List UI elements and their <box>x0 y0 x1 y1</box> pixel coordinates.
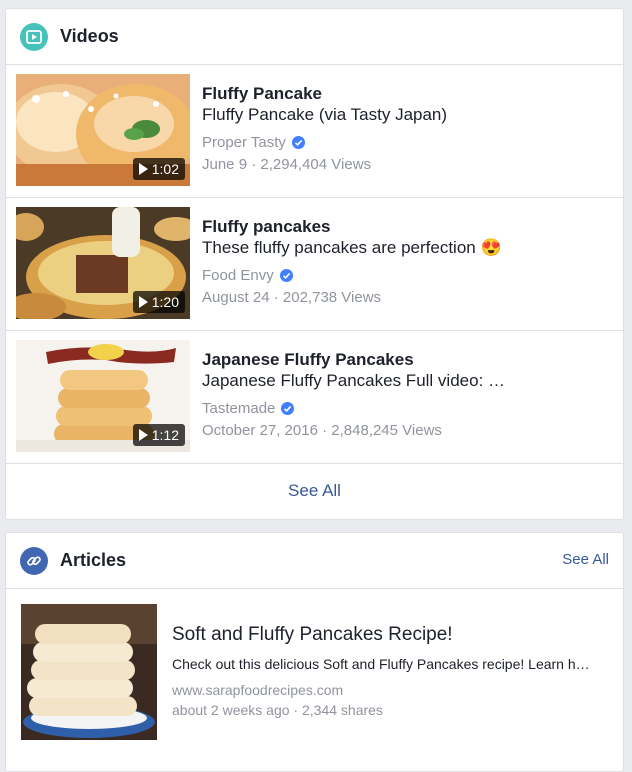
verified-badge-icon <box>281 402 295 415</box>
heart-eyes-emoji-icon: 😍 <box>480 238 502 257</box>
video-views: 2,294,404 Views <box>260 156 372 173</box>
video-date: June 9 <box>202 156 248 173</box>
video-title[interactable]: Fluffy Pancake <box>202 83 612 104</box>
video-play-icon <box>20 22 48 51</box>
articles-title: Articles <box>60 550 127 570</box>
article-time: about 2 weeks ago <box>172 702 290 718</box>
videos-title: Videos <box>60 26 119 46</box>
video-date: August 24 <box>202 289 270 306</box>
channel-name[interactable]: Food Envy <box>202 264 274 287</box>
meta-separator: · <box>247 156 261 173</box>
play-icon <box>138 163 148 175</box>
video-item[interactable]: 1:02 Fluffy Pancake Fluffy Pancake (via … <box>6 65 623 198</box>
videos-see-all-button[interactable]: See All <box>6 464 623 518</box>
channel-name[interactable]: Tastemade <box>202 397 275 420</box>
videos-card: Videos 1:02 Fluffy Pancake Fluffy Pancak… <box>5 8 624 520</box>
video-duration-badge: 1:02 <box>132 158 185 180</box>
pancake-stack-article-image <box>21 604 157 740</box>
video-text: Fluffy Pancake Fluffy Pancake (via Tasty… <box>202 83 612 176</box>
video-title[interactable]: Fluffy pancakes <box>202 216 612 237</box>
video-item[interactable]: 1:12 Japanese Fluffy Pancakes Japanese F… <box>6 331 623 464</box>
meta-separator: · <box>289 702 302 718</box>
article-meta: about 2 weeks ago · 2,344 shares <box>172 700 612 720</box>
articles-card: Articles See All Soft and Fluffy Pancake… <box>5 532 624 772</box>
articles-see-all-link[interactable]: See All <box>562 551 609 568</box>
video-channel[interactable]: Food Envy <box>202 264 612 287</box>
video-meta: June 9 · 2,294,404 Views <box>202 154 612 176</box>
video-views: 202,738 Views <box>282 289 382 306</box>
link-icon <box>20 546 48 575</box>
video-title[interactable]: Japanese Fluffy Pancakes <box>202 349 612 370</box>
video-duration-badge: 1:20 <box>132 291 185 313</box>
video-channel[interactable]: Proper Tasty <box>202 131 612 154</box>
play-icon <box>138 429 148 441</box>
meta-separator: · <box>269 289 283 306</box>
article-text: Soft and Fluffy Pancakes Recipe! Check o… <box>172 623 612 720</box>
video-meta: August 24 · 202,738 Views <box>202 287 612 309</box>
channel-name[interactable]: Proper Tasty <box>202 131 286 154</box>
video-text: Fluffy pancakes These fluffy pancakes ar… <box>202 216 612 309</box>
video-description: Japanese Fluffy Pancakes Full video: htt… <box>202 371 510 390</box>
article-item[interactable]: Soft and Fluffy Pancakes Recipe! Check o… <box>6 589 623 771</box>
video-views: 2,848,245 Views <box>331 422 442 439</box>
video-text: Japanese Fluffy Pancakes Japanese Fluffy… <box>202 349 612 442</box>
video-duration-badge: 1:12 <box>132 424 185 446</box>
duration-text: 1:12 <box>151 427 179 443</box>
video-description-text: These fluffy pancakes are perfection <box>202 238 476 257</box>
videos-header: Videos <box>6 9 623 65</box>
video-date: October 27, 2016 <box>202 422 318 439</box>
video-meta: October 27, 2016 · 2,848,245 Views <box>202 420 612 442</box>
duration-text: 1:02 <box>151 161 179 177</box>
duration-text: 1:20 <box>151 294 179 310</box>
video-item[interactable]: 1:20 Fluffy pancakes These fluffy pancak… <box>6 198 623 331</box>
verified-badge-icon <box>291 136 305 149</box>
video-thumbnail[interactable]: 1:20 <box>16 207 190 319</box>
play-icon <box>138 296 148 308</box>
video-description: These fluffy pancakes are perfection 😍 <box>202 237 612 259</box>
video-channel[interactable]: Tastemade <box>202 397 612 420</box>
article-shares: 2,344 shares <box>301 702 383 718</box>
meta-separator: · <box>317 422 332 439</box>
video-description: Fluffy Pancake (via Tasty Japan) <box>202 105 448 124</box>
article-domain: www.sarapfoodrecipes.com <box>172 682 344 698</box>
article-thumbnail[interactable] <box>21 604 157 740</box>
video-thumbnail[interactable]: 1:02 <box>16 74 190 186</box>
article-description: Check out this delicious Soft and Fluffy… <box>172 656 597 672</box>
articles-header: Articles See All <box>6 533 623 589</box>
video-thumbnail[interactable]: 1:12 <box>16 340 190 452</box>
article-title[interactable]: Soft and Fluffy Pancakes Recipe! <box>172 623 612 647</box>
verified-badge-icon <box>279 269 293 282</box>
